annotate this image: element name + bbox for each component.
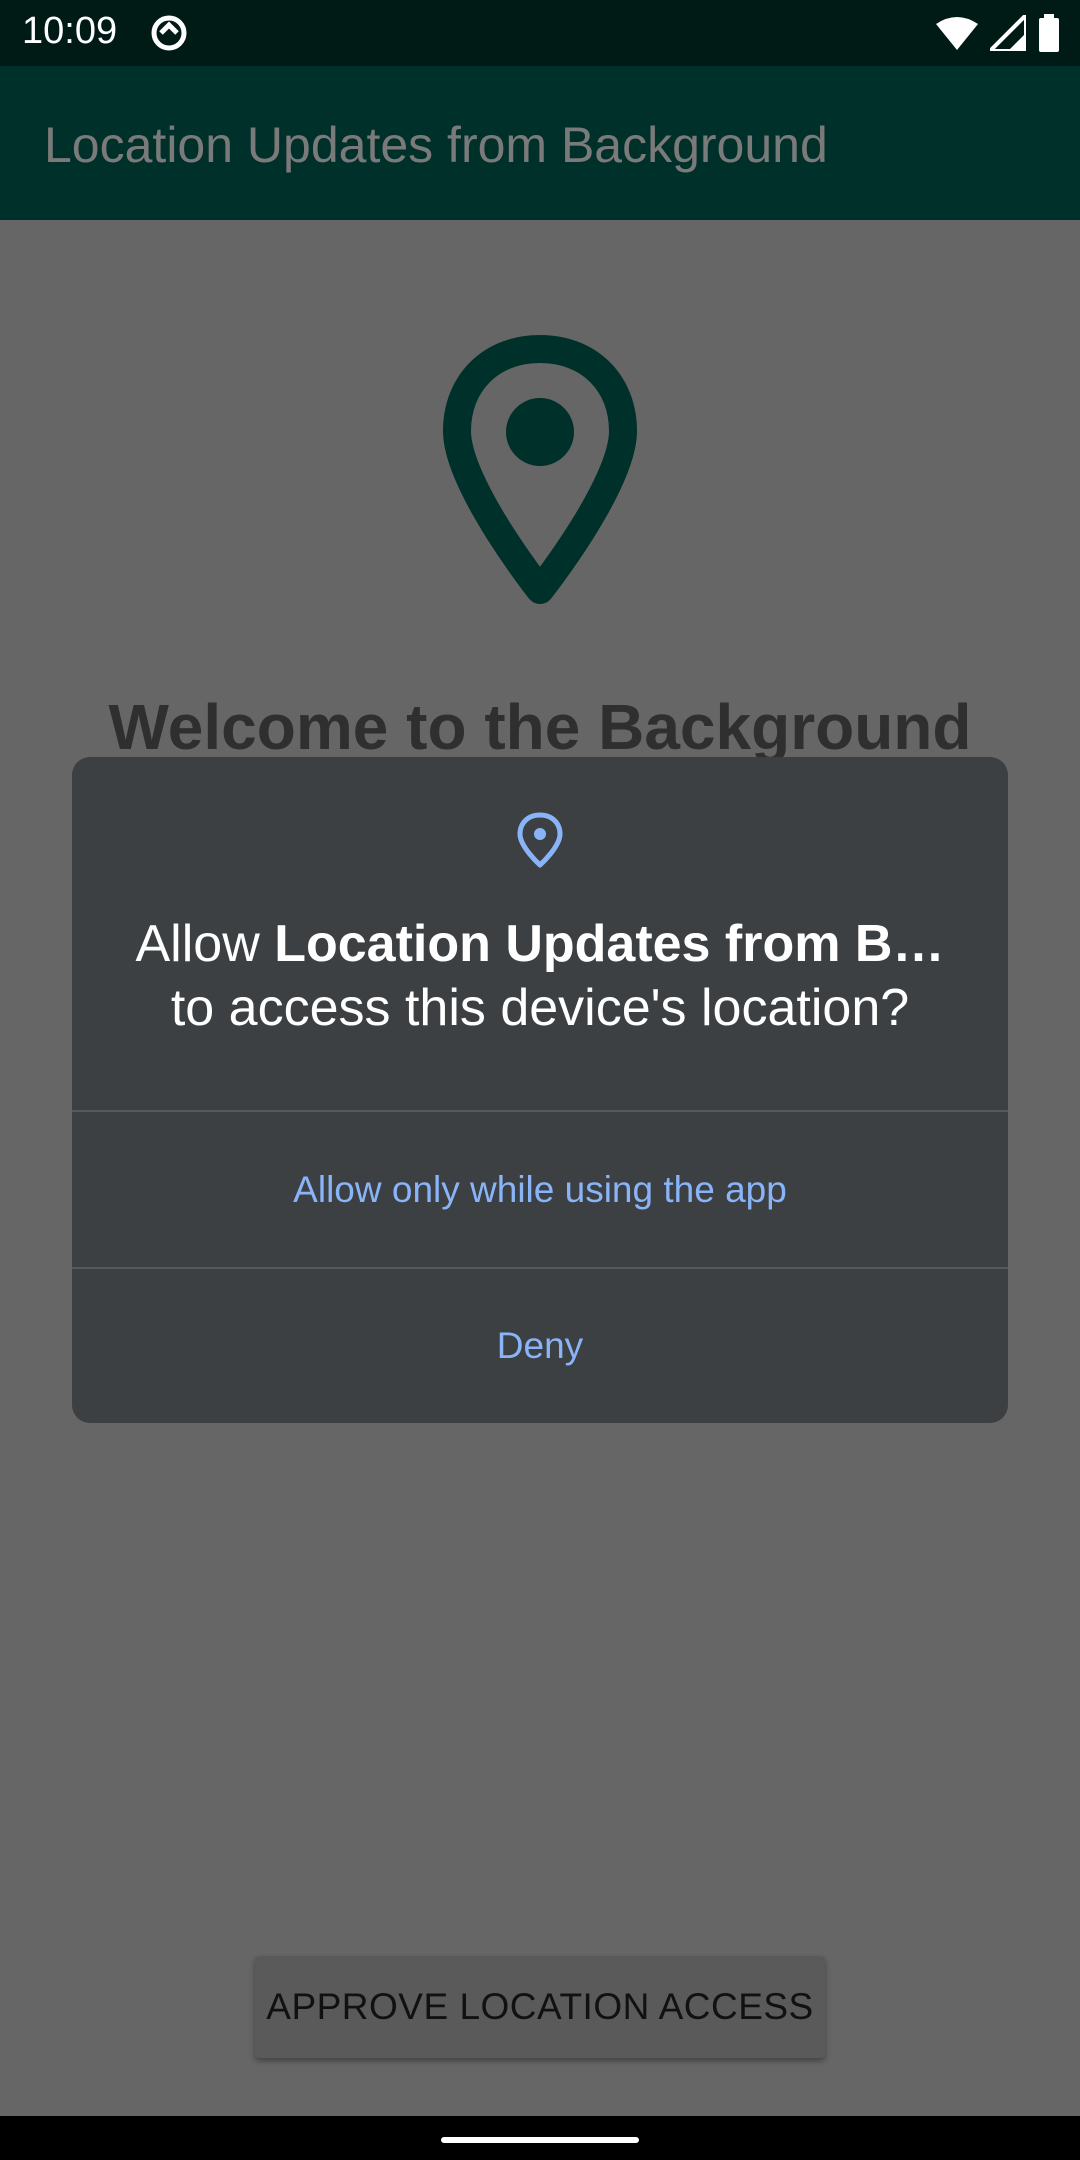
welcome-heading: Welcome to the Background	[108, 691, 972, 763]
data-saver-icon	[151, 15, 187, 51]
app-title: Location Updates from Background	[44, 117, 828, 173]
wifi-icon	[936, 17, 978, 50]
status-bar: 10:09	[0, 0, 1080, 66]
dialog-divider	[72, 1110, 1008, 1112]
location-pin-icon	[517, 812, 563, 868]
dialog-message-line1: Allow Location Updates from B…	[72, 912, 1008, 976]
location-pin-icon	[443, 335, 637, 604]
allow-while-using-button[interactable]: Allow only while using the app	[72, 1113, 1008, 1267]
navigation-bar	[0, 2116, 1080, 2160]
battery-icon	[1039, 14, 1059, 52]
status-time: 10:09	[22, 10, 118, 52]
app-bar: Location Updates from Background	[0, 66, 1080, 220]
home-handle[interactable]	[441, 2137, 639, 2143]
dialog-message: Allow Location Updates from B… to access…	[72, 912, 1008, 1040]
cell-signal-icon	[990, 15, 1026, 51]
permission-dialog: Allow Location Updates from B… to access…	[72, 757, 1008, 1423]
dialog-message-prefix: Allow	[135, 915, 275, 973]
status-icons	[936, 12, 1060, 54]
deny-button[interactable]: Deny	[72, 1269, 1008, 1423]
dialog-app-name: Location Updates from B…	[274, 915, 945, 973]
dialog-message-line2: to access this device's location?	[170, 979, 910, 1037]
approve-location-access-button[interactable]: APPROVE LOCATION ACCESS	[255, 1956, 825, 2058]
